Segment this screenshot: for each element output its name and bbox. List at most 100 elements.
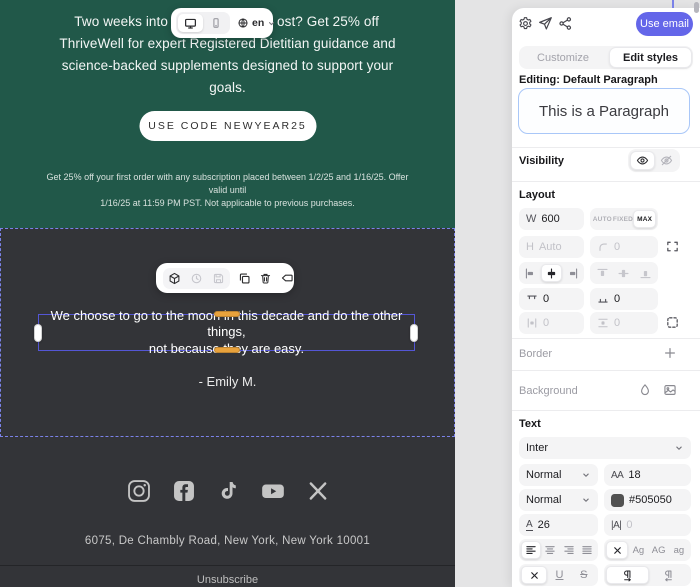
desktop-view-button[interactable] [178, 14, 203, 32]
quote-attribution[interactable]: - Emily M. [0, 374, 455, 389]
eye-off-icon [660, 155, 673, 166]
gear-icon [519, 17, 532, 30]
quote-section[interactable]: We choose to go to the moon in this deca… [0, 228, 455, 437]
instagram-icon[interactable] [126, 478, 152, 504]
mode-fixed[interactable]: FIXED [613, 210, 634, 228]
expand-button[interactable] [665, 239, 680, 254]
vertical-align-control [590, 262, 658, 284]
underline-button[interactable]: U [547, 566, 571, 584]
tab-edit-styles[interactable]: Edit styles [609, 47, 692, 68]
x-icon[interactable] [306, 479, 330, 503]
direction-ltr-button[interactable] [606, 566, 649, 584]
tag-button[interactable] [280, 271, 294, 285]
align-left-icon [526, 267, 534, 279]
send-test-button[interactable] [538, 16, 553, 31]
linked-padding-button[interactable] [665, 315, 680, 330]
selected-paragraph-block[interactable]: We choose to go to the moon in this deca… [38, 308, 415, 356]
divider [512, 338, 700, 339]
align-right-button[interactable] [562, 264, 582, 282]
decoration-none-button[interactable] [521, 566, 548, 584]
line-height-icon: A [526, 518, 533, 531]
resize-handle-top[interactable] [214, 311, 240, 317]
height-field[interactable]: H Auto [519, 236, 584, 258]
language-selector[interactable]: en [235, 17, 276, 29]
font-style-select[interactable]: Normal [519, 489, 598, 511]
case-lower-button[interactable]: ag [669, 541, 689, 559]
history-button[interactable] [190, 272, 203, 285]
padding-bottom-field[interactable]: 0 [590, 288, 658, 310]
saved-module-button[interactable] [168, 272, 181, 285]
direction-rtl-button[interactable] [649, 566, 690, 584]
image-icon [664, 385, 676, 395]
mode-max[interactable]: MAX [633, 210, 657, 228]
case-sentence-button[interactable]: Ag [628, 541, 648, 559]
chevron-down-icon [676, 446, 682, 450]
duplicate-button[interactable] [238, 272, 251, 285]
text-color-field[interactable]: #505050 [604, 489, 691, 511]
resize-handle-right[interactable] [410, 324, 418, 342]
hero-paragraph[interactable]: goals. [0, 80, 455, 96]
letter-spacing-field[interactable]: |A| 0 [604, 514, 691, 536]
hero-paragraph[interactable]: science-backed supplements designed to s… [0, 58, 455, 74]
hero-paragraph[interactable]: Two weeks into [0, 14, 168, 30]
tab-customize[interactable]: Customize [519, 46, 607, 69]
align-bottom-button[interactable] [635, 264, 656, 282]
text-align-justify-button[interactable] [578, 541, 596, 559]
padding-top-icon [527, 295, 537, 300]
padding-horizontal-field[interactable]: 0 [519, 312, 584, 334]
text-align-right-button[interactable] [560, 541, 578, 559]
email-footer: 6075, De Chambly Road, New York, New Yor… [0, 437, 455, 587]
line-height-field[interactable]: A 26 [519, 514, 598, 536]
scrollbar-thumb[interactable] [694, 2, 699, 13]
horizontal-align-control [519, 262, 584, 284]
background-color-button[interactable] [638, 383, 652, 397]
background-image-button[interactable] [663, 383, 677, 397]
text-align-left-button[interactable] [521, 541, 542, 559]
align-top-button[interactable] [592, 264, 613, 282]
add-border-button[interactable] [663, 346, 677, 360]
fine-print[interactable]: Get 25% off your first order with any su… [40, 171, 415, 210]
pilcrow-rtl-icon [665, 570, 673, 581]
resize-handle-bottom[interactable] [214, 347, 240, 353]
visible-button[interactable] [630, 151, 655, 170]
panel-tabs: Customize Edit styles [519, 46, 693, 69]
resize-handle-left[interactable] [34, 324, 42, 342]
unsubscribe-link[interactable]: Unsubscribe [0, 574, 455, 586]
corner-radius-field[interactable]: 0 [590, 236, 658, 258]
tiktok-icon[interactable] [216, 479, 240, 503]
width-field[interactable]: W 600 [519, 208, 584, 230]
color-swatch[interactable] [611, 493, 624, 507]
mode-auto[interactable]: AUTO [592, 210, 613, 228]
case-upper-button[interactable]: AG [649, 541, 669, 559]
font-weight-select[interactable]: Normal [519, 464, 598, 486]
facebook-icon[interactable] [171, 478, 197, 504]
font-family-select[interactable]: Inter [519, 437, 691, 459]
hero-paragraph[interactable]: ThriveWell for expert Registered Dietiti… [0, 36, 455, 52]
case-none-button[interactable] [606, 541, 629, 559]
align-middle-button[interactable] [613, 264, 634, 282]
align-center-button[interactable] [540, 264, 563, 282]
padding-vertical-icon [598, 318, 608, 328]
promo-code-button[interactable]: USE CODE NEWYEAR25 [139, 111, 316, 141]
preview-toolbar: en [171, 8, 276, 38]
settings-button[interactable] [518, 16, 533, 31]
save-button[interactable] [212, 272, 225, 285]
company-address[interactable]: 6075, De Chambly Road, New York, New Yor… [0, 535, 455, 547]
use-email-button[interactable]: Use email [636, 12, 693, 36]
font-size-field[interactable]: AA 18 [604, 464, 691, 486]
hero-paragraph[interactable]: ost? Get 25% off [277, 14, 447, 30]
strikethrough-button[interactable]: S [572, 566, 596, 584]
align-right-icon [569, 267, 577, 279]
delete-button[interactable] [259, 272, 272, 285]
mobile-view-button[interactable] [203, 14, 228, 32]
hidden-button[interactable] [655, 151, 678, 170]
youtube-icon[interactable] [259, 478, 287, 504]
align-left-button[interactable] [521, 264, 541, 282]
text-align-center-button[interactable] [541, 541, 559, 559]
text-align-left-icon [526, 546, 536, 554]
padding-vertical-field[interactable]: 0 [590, 312, 658, 334]
chevron-down-icon [583, 473, 589, 477]
share-button[interactable] [558, 16, 573, 31]
padding-top-field[interactable]: 0 [519, 288, 584, 310]
align-center-icon [547, 267, 556, 279]
